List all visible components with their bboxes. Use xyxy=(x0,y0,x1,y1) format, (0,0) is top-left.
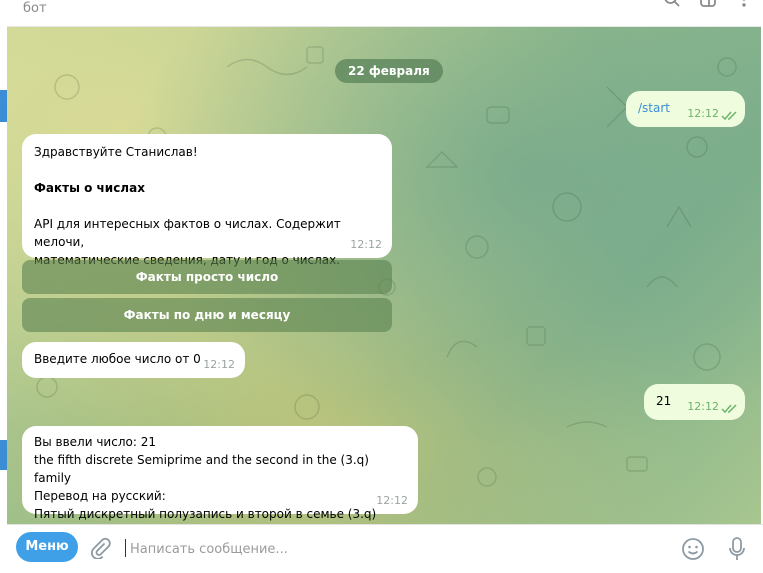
message-time: 12:12 xyxy=(687,107,719,120)
message-list[interactable]: 22 февраля /start 12:12 Здравствуйте Ста… xyxy=(7,27,761,524)
bot-command-link[interactable]: /start xyxy=(638,101,670,115)
message-time: 12:12 xyxy=(350,238,382,251)
message-body-line: API для интересных фактов о числах. Соде… xyxy=(34,217,341,249)
message-body-line: Вы ввели число: 21 xyxy=(34,435,156,449)
microphone-icon[interactable] xyxy=(727,536,747,562)
message-time: 12:12 xyxy=(376,494,408,507)
inline-button-number-facts[interactable]: Факты просто число xyxy=(22,260,392,294)
sidebar-selection-marker xyxy=(0,90,7,122)
message-time: 12:12 xyxy=(203,358,235,371)
message-text: Введите любое число от 0 xyxy=(34,352,201,366)
sidebar-selection-marker xyxy=(0,440,7,470)
text-cursor xyxy=(125,539,126,557)
message-time: 12:12 xyxy=(687,400,719,413)
message-bubble-incoming[interactable]: Здравствуйте Станислав! Факты о числах A… xyxy=(22,134,392,267)
message-bubble-outgoing[interactable]: 21 12:12 xyxy=(644,384,745,420)
read-checkmarks-icon xyxy=(721,404,737,414)
emoji-icon[interactable] xyxy=(681,537,705,561)
bot-menu-button[interactable]: Меню xyxy=(16,532,78,562)
message-body-line: Пятый дискретный полузапись и второй в с… xyxy=(34,507,377,521)
sidebar-icon[interactable] xyxy=(699,0,717,8)
message-bubble-incoming[interactable]: Вы ввели число: 21 the fifth discrete Se… xyxy=(22,426,418,521)
chat-header: бот xyxy=(7,0,761,27)
message-input[interactable] xyxy=(128,535,672,563)
inline-button-date-facts[interactable]: Факты по дню и месяцу xyxy=(22,298,392,332)
message-bubble-incoming[interactable]: Введите любое число от 0 12:12 xyxy=(22,342,245,378)
message-greeting: Здравствуйте Станислав! xyxy=(34,145,198,159)
date-separator: 22 февраля xyxy=(335,59,443,83)
attach-icon[interactable] xyxy=(89,537,111,559)
message-text: 21 xyxy=(656,394,672,408)
chat-subtitle: бот xyxy=(23,1,47,16)
more-icon[interactable] xyxy=(735,0,753,8)
message-title: Факты о числах xyxy=(34,181,145,195)
search-icon[interactable] xyxy=(663,0,681,8)
message-bubble-outgoing[interactable]: /start 12:12 xyxy=(626,91,745,127)
message-body-line: Перевод на русский: xyxy=(34,489,166,503)
message-composer: Меню xyxy=(7,524,763,573)
read-checkmarks-icon xyxy=(721,111,737,121)
message-body-line: the fifth discrete Semiprime and the sec… xyxy=(34,453,369,485)
